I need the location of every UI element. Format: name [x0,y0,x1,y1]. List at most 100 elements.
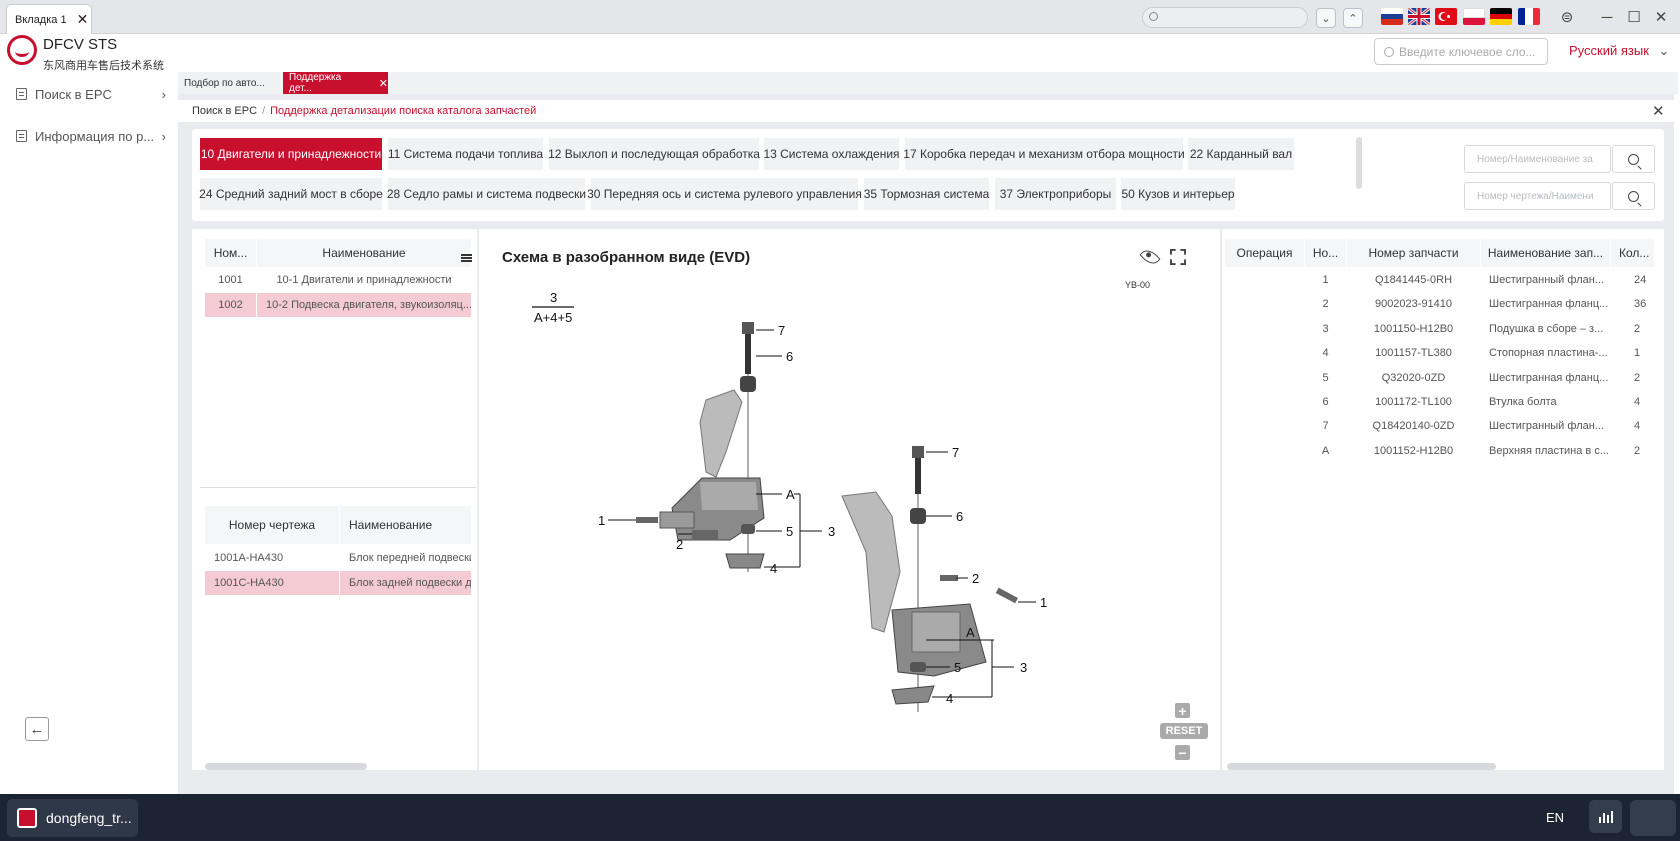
window-search-input[interactable] [1142,7,1308,28]
table-cell[interactable]: 10-2 Подвеска двигателя, звукоизоляц... [257,293,471,317]
table-cell[interactable]: 1001150-H12B0 [1347,317,1480,341]
zoom-in-button[interactable]: + [1175,703,1190,719]
uk-flag-icon[interactable] [1408,8,1430,25]
table-cell[interactable]: 1001152-H12B0 [1347,439,1480,463]
table-cell[interactable]: Шестигранная фланц... [1481,366,1610,390]
table-cell[interactable]: Q18420140-0ZD [1347,414,1480,438]
table-cell[interactable]: 4 [1611,390,1654,414]
table-cell[interactable]: Верхняя пластина в с... [1481,439,1610,463]
table-cell[interactable]: 1001C-HA430 [205,571,339,595]
category-scrollbar[interactable] [1356,137,1362,189]
column-menu-icon[interactable] [461,254,472,262]
table-cell[interactable]: 1 [1305,268,1346,292]
table-cell[interactable]: 2 [1611,317,1654,341]
table-cell[interactable]: Шестигранный флан... [1481,268,1610,292]
column-header[interactable]: Кол... [1611,239,1654,267]
column-header[interactable]: Но... [1305,239,1346,267]
table-cell[interactable]: 1001172-TL100 [1347,390,1480,414]
table-cell[interactable] [1225,317,1304,341]
back-arrow-icon[interactable]: ← [25,717,49,741]
category-chip[interactable]: 12 Выхлоп и последующая обработка [548,138,760,170]
table-cell[interactable]: A [1305,439,1346,463]
table-cell[interactable]: Шестигранный флан... [1481,414,1610,438]
close-icon[interactable]: ✕ [1652,102,1665,120]
category-chip[interactable]: 30 Передняя ось и система рулевого управ… [587,178,862,210]
column-header[interactable]: Наименование [340,506,471,544]
column-header[interactable]: Ном... [205,239,256,267]
table-cell[interactable]: 36 [1611,292,1654,316]
category-chip[interactable]: 35 Тормозная система [864,178,989,210]
chart-icon[interactable] [1589,800,1622,833]
drawing-number-input[interactable]: Номер чертежа/Наимени [1464,182,1611,210]
table-cell[interactable]: 2 [1611,439,1654,463]
table-cell[interactable] [1225,292,1304,316]
table-cell[interactable]: Q32020-0ZD [1347,366,1480,390]
sidebar-item-info[interactable]: Информация по р... › [16,125,166,147]
table-cell[interactable]: 24 [1611,268,1654,292]
french-flag-icon[interactable] [1518,8,1540,25]
breadcrumb-root[interactable]: Поиск в EPC [192,105,257,117]
table-cell[interactable] [1225,390,1304,414]
polish-flag-icon[interactable] [1463,8,1485,25]
table-cell[interactable]: Блок передней подвески [340,546,471,570]
table-cell[interactable]: 6 [1305,390,1346,414]
table-cell[interactable]: 1001157-TL380 [1347,341,1480,365]
table-cell[interactable]: Стопорная пластина-... [1481,341,1610,365]
exploded-view-drawing[interactable]: 3 A+4+5 7 6 A 5 4 3 1 2 7 6 2 1 A 5 4 3 [520,272,1140,766]
taskbar-app-button[interactable]: dongfeng_tr... [7,799,138,837]
table-cell[interactable] [1225,366,1304,390]
table-cell[interactable]: Шестигранная фланц... [1481,292,1610,316]
table-cell[interactable]: Втулка болта [1481,390,1610,414]
table-cell[interactable]: 5 [1305,366,1346,390]
category-chip[interactable]: 37 Электроприборы [995,178,1116,210]
browser-tab[interactable]: Вкладка 1 ✕ [6,4,92,34]
column-header[interactable]: Номер чертежа [205,506,339,544]
horizontal-scrollbar[interactable] [205,763,367,770]
column-header[interactable]: Номер запчасти [1347,239,1480,267]
close-icon[interactable]: ✕ [379,77,388,90]
zoom-out-button[interactable]: − [1175,745,1190,761]
zoom-reset-button[interactable]: RESET [1160,723,1208,739]
category-chip[interactable]: 50 Кузов и интерьер [1121,178,1235,210]
table-cell[interactable] [1225,414,1304,438]
horizontal-scrollbar[interactable] [1227,763,1496,770]
pin-icon[interactable]: ⊜ [1556,6,1578,28]
table-cell[interactable]: 1002 [205,293,256,317]
chevron-up-icon[interactable]: ⌃ [1343,8,1363,28]
part-search-button[interactable] [1612,145,1655,173]
drawing-search-button[interactable] [1612,182,1655,210]
column-header[interactable]: Операция [1225,239,1304,267]
table-cell[interactable] [1225,268,1304,292]
close-window-icon[interactable]: ✕ [1650,6,1672,28]
table-cell[interactable] [1225,341,1304,365]
table-cell[interactable]: 7 [1305,414,1346,438]
sidebar-item-epc-search[interactable]: Поиск в EPC › [16,83,166,105]
category-chip[interactable]: 13 Система охлаждения [763,138,900,170]
russian-flag-icon[interactable] [1381,8,1403,25]
category-chip[interactable]: 11 Система подачи топлива [388,138,543,170]
table-cell[interactable]: Подушка в сборе – з... [1481,317,1610,341]
input-language-indicator[interactable]: EN [1546,810,1564,825]
table-cell[interactable]: 3 [1305,317,1346,341]
table-cell[interactable]: Q1841445-0RH [1347,268,1480,292]
table-cell[interactable] [1225,439,1304,463]
keyword-search-input[interactable]: Введите ключевое сло... [1374,38,1548,65]
table-cell[interactable]: Блок задней подвески дв [340,571,471,595]
table-cell[interactable]: 1 [1611,341,1654,365]
maximize-icon[interactable]: ☐ [1623,6,1645,28]
tab-vehicle-selection[interactable]: Подбор по авто... [178,72,282,94]
table-cell[interactable]: 1001 [205,268,256,292]
table-cell[interactable]: 9002023-91410 [1347,292,1480,316]
tab-detail-support[interactable]: Поддержка дет... ✕ [283,72,388,94]
tab-close-icon[interactable]: ✕ [77,11,89,28]
category-chip[interactable]: 22 Карданный вал [1188,138,1294,170]
part-number-name-input[interactable]: Номер/Наименование за [1464,145,1611,173]
category-chip[interactable]: 17 Коробка передач и механизм отбора мощ… [903,138,1185,170]
column-header[interactable]: Наименование зап... [1481,239,1610,267]
chevron-down-icon[interactable]: ⌄ [1316,8,1336,28]
taskbar-button[interactable] [1630,800,1676,836]
table-cell[interactable]: 2 [1305,292,1346,316]
table-cell[interactable]: 4 [1611,414,1654,438]
turkish-flag-icon[interactable] [1435,8,1457,25]
category-chip[interactable]: 28 Седло рамы и система подвески [387,178,586,210]
